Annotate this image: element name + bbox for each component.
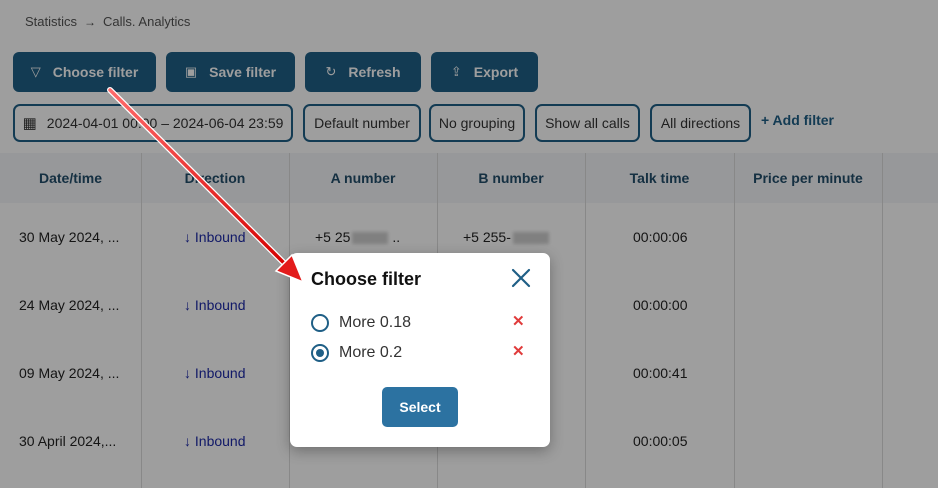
select-button[interactable]: Select bbox=[382, 387, 458, 427]
filter-option-label: More 0.18 bbox=[339, 314, 412, 331]
delete-icon[interactable]: ✕ bbox=[512, 342, 525, 360]
delete-icon[interactable]: ✕ bbox=[512, 312, 525, 330]
modal-title: Choose filter bbox=[311, 269, 422, 289]
radio-button-selected[interactable] bbox=[311, 344, 329, 362]
filter-option-more-0-2[interactable]: More 0.2 bbox=[311, 344, 402, 362]
close-icon[interactable] bbox=[509, 266, 533, 290]
choose-filter-modal: Choose filter More 0.18 ✕ More 0.2 ✕ Sel… bbox=[290, 253, 550, 447]
calls-analytics-page: Statistics → Calls. Analytics ▽ Choose f… bbox=[0, 0, 938, 488]
filter-option-label: More 0.2 bbox=[339, 344, 403, 361]
radio-button[interactable] bbox=[311, 314, 329, 332]
filter-option-more-0-18[interactable]: More 0.18 bbox=[311, 314, 411, 332]
